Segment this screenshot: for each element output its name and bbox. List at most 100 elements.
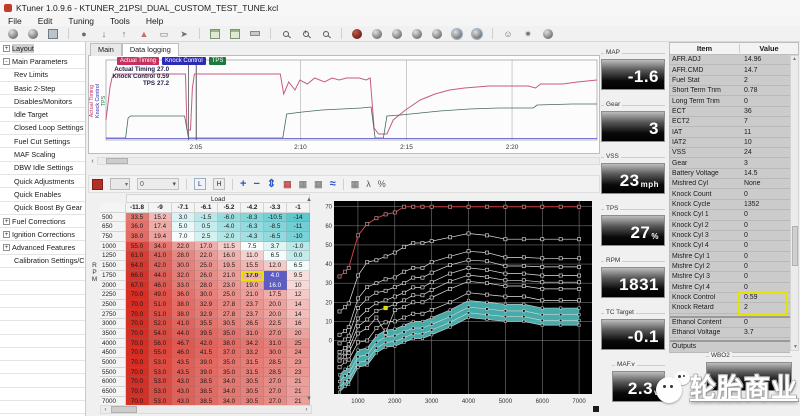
table-col-header[interactable]: -9 <box>149 203 172 213</box>
table-cell[interactable]: 14 <box>287 309 310 320</box>
table-col-header[interactable]: -4.2 <box>241 203 264 213</box>
datalog-chart-panel[interactable]: Actual Timing Knock Control TPS Actual Tim… <box>88 55 600 154</box>
table-full-icon[interactable]: ▦ <box>351 178 360 190</box>
table-cell[interactable]: -1.0 <box>287 241 310 252</box>
ecu-sync-icon[interactable] <box>28 28 38 39</box>
table-row-header[interactable]: 1500 <box>100 261 126 271</box>
table-cell[interactable]: 10 <box>287 280 310 291</box>
table-cell[interactable]: 38.0 <box>172 299 195 310</box>
datalog-scroll-thumb[interactable] <box>106 158 128 164</box>
table-cell[interactable]: 25 <box>287 338 310 349</box>
table-select-row-icon[interactable]: ▦ <box>314 178 323 190</box>
table-row-header[interactable]: 3500 <box>100 328 126 339</box>
table-cell[interactable]: 26.0 <box>195 270 218 281</box>
table-cell[interactable]: 39.5 <box>195 328 218 339</box>
high-side-toggle[interactable]: H <box>213 178 225 190</box>
tab-data-logging[interactable]: Data logging <box>121 43 179 56</box>
settings-gear-icon[interactable]: ✷ <box>523 29 533 39</box>
table-cell[interactable]: 51.0 <box>149 309 172 320</box>
table-cell[interactable]: -6.0 <box>218 212 241 223</box>
monitor-scrollbar[interactable]: ▲ ▼ <box>790 55 799 351</box>
table-cell[interactable]: 56.0 <box>149 338 172 349</box>
table-cell[interactable]: 30.0 <box>195 290 218 300</box>
sidebar-item-ignition-corrections[interactable]: + Ignition Corrections <box>0 228 85 242</box>
table-cell[interactable]: 38.0 <box>172 309 195 320</box>
table-cell[interactable]: 22.5 <box>264 319 287 329</box>
table-cell[interactable]: 17.0 <box>195 241 218 252</box>
table-hscrollbar[interactable]: ‹ › <box>100 405 312 414</box>
table-cell[interactable]: 67.0 <box>126 280 149 291</box>
table-cell[interactable]: 70.0 <box>126 377 149 388</box>
table-cell[interactable]: 46.0 <box>149 280 172 291</box>
legend-chip[interactable]: TPS <box>208 57 227 65</box>
table-cell[interactable]: 7.5 <box>241 241 264 252</box>
table-cell[interactable]: 35.0 <box>218 367 241 378</box>
resize-grip[interactable] <box>593 406 599 412</box>
scroll-left-icon[interactable]: ‹ <box>88 158 97 165</box>
table-cell[interactable]: 7.0 <box>172 232 195 242</box>
table-cell[interactable]: 61.0 <box>126 251 149 262</box>
sidebar-item-quick-boost-by-gear[interactable]: Quick Boost By Gear <box>0 202 85 215</box>
table-cell[interactable]: 19.4 <box>149 232 172 242</box>
table-cell[interactable]: 53.0 <box>149 358 172 368</box>
ecu-connect-icon[interactable] <box>8 28 18 39</box>
table-cell[interactable]: 0.5 <box>195 222 218 233</box>
table-cell[interactable]: 31.5 <box>241 358 264 368</box>
table-row-header[interactable]: 650 <box>100 222 126 233</box>
table-cell[interactable]: 55.0 <box>149 348 172 358</box>
table-cell[interactable]: 38.0 <box>126 232 149 242</box>
expand-icon[interactable]: + <box>3 230 10 238</box>
sidebar-item-advanced-features[interactable]: + Advanced Features <box>0 241 85 255</box>
table-cell[interactable]: 35.0 <box>218 358 241 368</box>
table-cell[interactable]: 51.0 <box>149 299 172 310</box>
table-cell[interactable]: 70.0 <box>126 299 149 310</box>
record-cell-button[interactable] <box>92 178 103 190</box>
adjust-value-input[interactable]: 0 ▾ <box>137 178 179 190</box>
table-cell[interactable]: 12.0 <box>264 261 287 271</box>
table-cell[interactable]: 33.0 <box>172 280 195 291</box>
table-cell[interactable]: 39.0 <box>195 358 218 368</box>
monitor-scroll-down-icon[interactable]: ▼ <box>793 344 798 350</box>
table-cell[interactable]: -8.5 <box>264 222 287 233</box>
table-cell[interactable]: 44.0 <box>149 270 172 281</box>
table-cell[interactable]: 42.0 <box>149 261 172 271</box>
table-cell[interactable]: 31.0 <box>241 328 264 339</box>
table-cell[interactable]: 41.5 <box>195 348 218 358</box>
percent-icon[interactable]: % <box>378 178 386 190</box>
table-cell[interactable]: 30.5 <box>241 377 264 388</box>
table-cell[interactable]: 34.0 <box>149 241 172 252</box>
sidebar-item-fuel-cut-settings[interactable]: Fuel Cut Settings <box>0 135 85 149</box>
table-cell[interactable]: 6.5 <box>287 261 310 271</box>
table-cell[interactable]: 16 <box>287 319 310 329</box>
table-cell[interactable]: 70.0 <box>126 309 149 320</box>
table-cell[interactable]: 21.0 <box>218 270 241 281</box>
map-surface-chart[interactable]: 0 10 20 30 40 50 60 70 1000 2000 3000 4000 5000 6000 7… <box>318 198 598 411</box>
table-cell[interactable]: 33.5 <box>126 212 149 223</box>
table-cell[interactable]: -14 <box>287 212 310 223</box>
table-cell[interactable]: 70.0 <box>126 348 149 358</box>
table-row-header[interactable]: 1000 <box>100 241 126 252</box>
lambda-icon[interactable]: λ <box>366 178 371 190</box>
table-highlight-red-icon[interactable]: ▦ <box>283 178 292 190</box>
sidebar-item-basic-2-step[interactable]: Basic 2-Step <box>0 82 85 96</box>
table-row-header[interactable]: 2000 <box>100 280 126 291</box>
table-cell[interactable]: 39.0 <box>195 367 218 378</box>
collapse-icon[interactable]: - <box>3 57 10 65</box>
table-row-header[interactable]: 500 <box>100 212 126 223</box>
menu-edit[interactable]: Edit <box>30 16 61 26</box>
gauge-c-icon[interactable] <box>412 28 422 39</box>
table-cell[interactable]: 33.2 <box>241 348 264 358</box>
send-datalog-icon[interactable]: ➤ <box>179 29 189 39</box>
table-cell[interactable]: 24 <box>287 348 310 358</box>
table-cell[interactable]: 43.5 <box>172 367 195 378</box>
table-cell[interactable]: 46.7 <box>172 338 195 349</box>
table-cell[interactable]: 3.0 <box>172 212 195 223</box>
table-cell[interactable]: 41.0 <box>172 319 195 329</box>
zoom-icon[interactable] <box>281 29 291 39</box>
table-row-header[interactable]: 2500 <box>100 299 126 310</box>
table-cell[interactable]: 70.0 <box>126 358 149 368</box>
table-cell[interactable]: 14 <box>287 299 310 310</box>
table-cell[interactable]: 54.0 <box>149 328 172 339</box>
table-row-header[interactable]: 6500 <box>100 387 126 397</box>
table-cell[interactable]: 23.7 <box>241 299 264 310</box>
